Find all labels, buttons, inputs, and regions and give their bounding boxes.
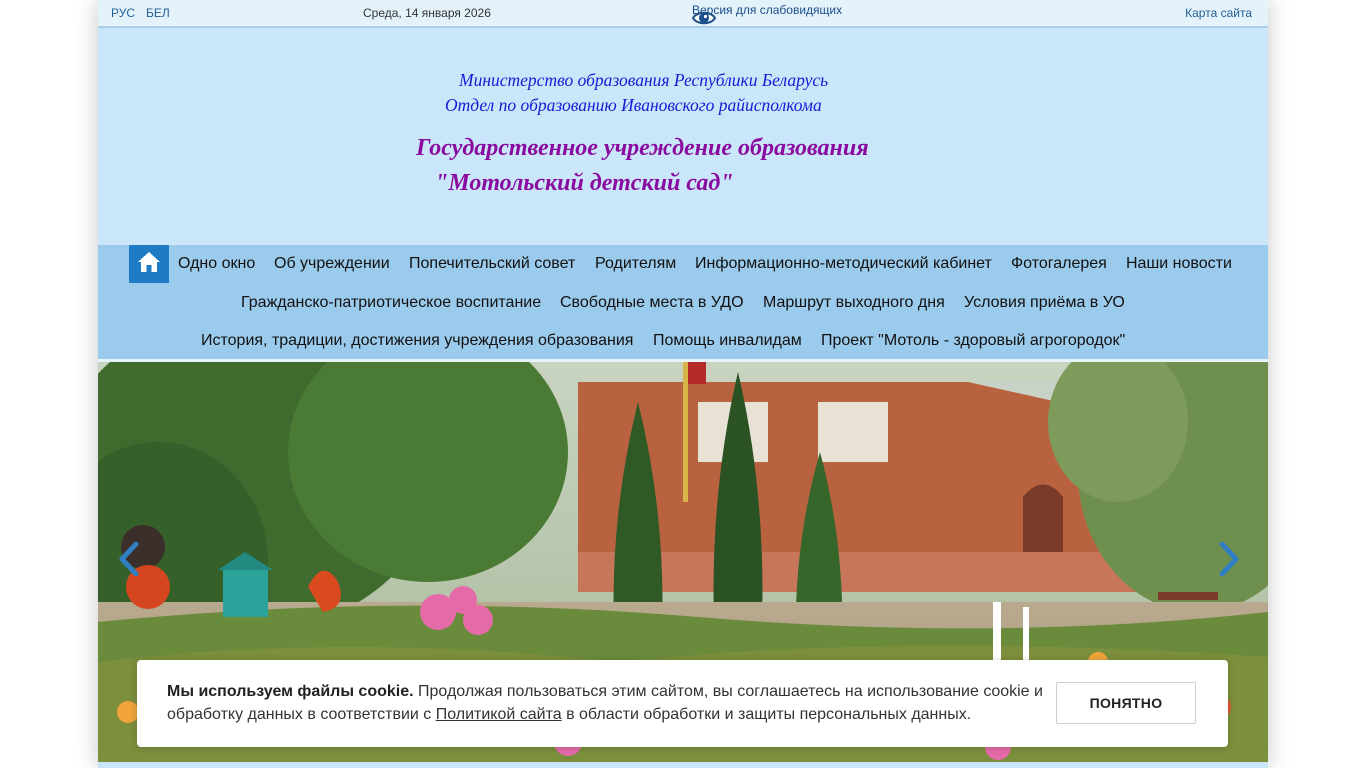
home-button[interactable] [129, 245, 169, 283]
lang-ru-link[interactable]: РУС [111, 6, 135, 20]
nav-item-parents[interactable]: Родителям [595, 255, 676, 273]
cookie-accept-button[interactable]: ПОНЯТНО [1056, 682, 1196, 724]
nav-item-gallery[interactable]: Фотогалерея [1011, 255, 1107, 273]
nav-item-project[interactable]: Проект "Мотоль - здоровый агрогородок" [821, 332, 1125, 350]
nav-item-disabled-help[interactable]: Помощь инвалидам [653, 332, 802, 350]
slider-next-button[interactable] [1218, 542, 1248, 582]
vision-version-link[interactable]: Версия для слабовидящих [691, 2, 843, 25]
page: РУС БЕЛ Среда, 14 января 2026 Версия для… [98, 0, 1268, 768]
cookie-message-text2: в области обработки и защиты персональны… [561, 706, 972, 723]
main-nav: Одно окно Об учреждении Попечительский с… [98, 245, 1268, 362]
vision-version-label: Версия для слабовидящих [692, 3, 843, 17]
lang-be-link[interactable]: БЕЛ [146, 6, 170, 20]
nav-item-board[interactable]: Попечительский совет [409, 255, 575, 273]
top-bar: РУС БЕЛ Среда, 14 января 2026 Версия для… [98, 0, 1268, 28]
privacy-policy-link[interactable]: Политикой сайта [436, 706, 562, 723]
department-title: Отдел по образованию Ивановского райиспо… [445, 95, 822, 115]
nav-item-admission[interactable]: Условия приёма в УО [964, 294, 1125, 312]
nav-item-about[interactable]: Об учреждении [274, 255, 390, 273]
cookie-banner: Мы используем файлы cookie. Продолжая по… [137, 660, 1228, 747]
cookie-message: Мы используем файлы cookie. Продолжая по… [167, 680, 1047, 726]
nav-item-history[interactable]: История, традиции, достижения учреждения… [201, 332, 633, 350]
nav-item-news[interactable]: Наши новости [1126, 255, 1232, 273]
nav-item-patriotic[interactable]: Гражданско-патриотическое воспитание [241, 294, 541, 312]
ministry-title: Министерство образования Республики Бела… [459, 70, 829, 90]
nav-item-one-window[interactable]: Одно окно [178, 255, 255, 273]
nav-item-methodical[interactable]: Информационно-методический кабинет [695, 255, 992, 273]
sitemap-link[interactable]: Карта сайта [1185, 6, 1252, 20]
nav-item-weekend-route[interactable]: Маршрут выходного дня [763, 294, 945, 312]
current-date: Среда, 14 января 2026 [363, 6, 491, 20]
home-icon [137, 251, 161, 278]
cookie-message-bold: Мы используем файлы cookie. [167, 683, 414, 700]
nav-item-free-places[interactable]: Свободные места в УДО [560, 294, 744, 312]
slider-prev-button[interactable] [118, 542, 148, 582]
institution-title-line1: Государственное учреждение образования [416, 135, 869, 161]
site-header: Министерство образования Республики Бела… [98, 28, 1268, 245]
institution-title-line2: "Мотольский детский сад" [435, 170, 734, 196]
